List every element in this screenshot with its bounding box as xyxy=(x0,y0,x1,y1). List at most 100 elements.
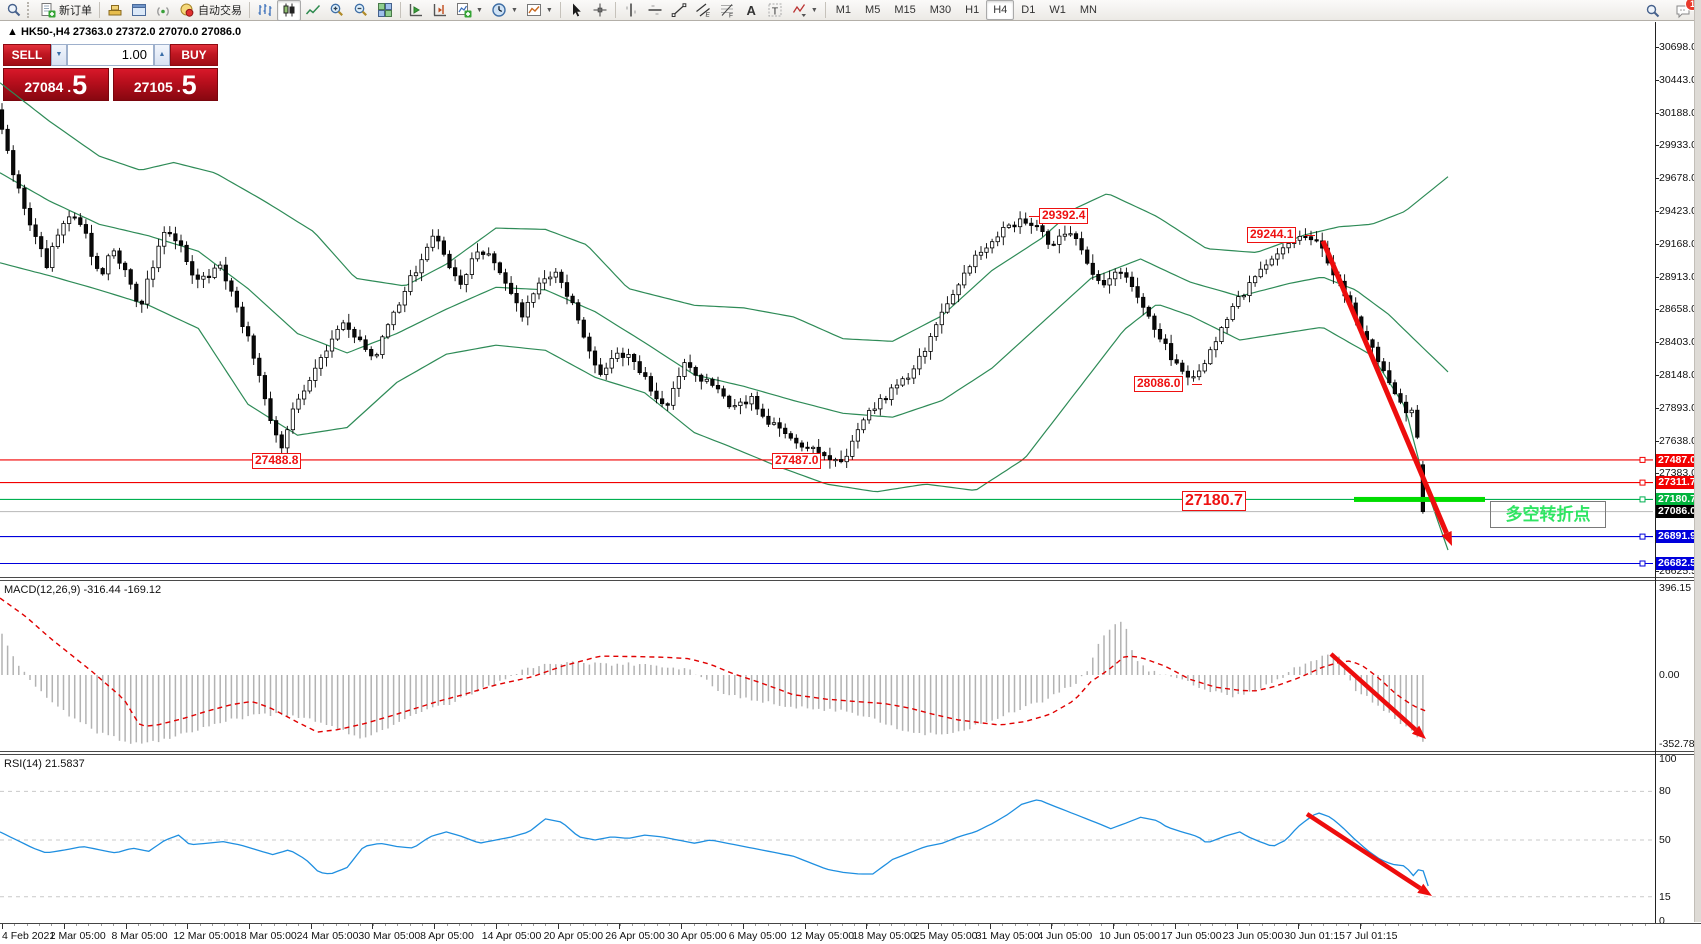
date-label: 4 Feb 2021 xyxy=(2,930,55,942)
new-chart-icon[interactable]: ▼ xyxy=(452,0,487,21)
price-text-label[interactable]: 27180.7 xyxy=(1182,491,1246,511)
chevron-down-icon: ▼ xyxy=(546,7,553,14)
toolbar-separator xyxy=(400,2,401,18)
signals-icon[interactable] xyxy=(151,0,175,21)
date-label: 14 Apr 05:00 xyxy=(482,930,542,942)
turning-point-annotation[interactable]: 多空转折点 xyxy=(1490,501,1606,528)
templates-icon[interactable]: ▼ xyxy=(522,0,557,21)
timeframe-d1[interactable]: D1 xyxy=(1014,0,1042,20)
price-tick: 28148.0 xyxy=(1659,369,1697,381)
date-label: 8 Mar 05:00 xyxy=(112,930,168,942)
price-tick: 28913.0 xyxy=(1659,271,1697,283)
search-icon[interactable] xyxy=(1641,0,1665,21)
candlestick-chart-type-icon[interactable] xyxy=(277,0,301,21)
timeframe-m1[interactable]: M1 xyxy=(829,0,858,20)
cursor-icon[interactable] xyxy=(564,0,588,21)
rsi-tick: 80 xyxy=(1659,785,1671,797)
market-watch-icon[interactable] xyxy=(103,0,127,21)
chart-shift-icon[interactable] xyxy=(428,0,452,21)
price-tick: 29933.0 xyxy=(1659,139,1697,151)
main-price-pane[interactable] xyxy=(0,22,1655,577)
auto-scroll-icon[interactable] xyxy=(404,0,428,21)
line-chart-type-icon[interactable] xyxy=(301,0,325,21)
date-label: 30 Mar 05:00 xyxy=(358,930,420,942)
date-label: 18 May 05:00 xyxy=(852,930,916,942)
text-icon[interactable]: A xyxy=(739,0,763,21)
zoom-out-icon[interactable] xyxy=(349,0,373,21)
price-text-label[interactable]: 27488.8 xyxy=(252,453,301,469)
timeframe-mn[interactable]: MN xyxy=(1073,0,1104,20)
svg-text:A: A xyxy=(746,3,756,18)
tile-windows-icon[interactable] xyxy=(373,0,397,21)
price-badge: 27086.0 xyxy=(1656,505,1698,518)
timeframe-h4[interactable]: H4 xyxy=(986,0,1014,20)
macd-tick: 0.00 xyxy=(1659,669,1679,681)
quick-search-icon[interactable] xyxy=(2,0,26,21)
fibonacci-icon[interactable]: F xyxy=(715,0,739,21)
toolbar: 新订单 自动交易 ▼ ▼ ▼ EFA T ▼ M1M5M15M30H1H4D1W1MN xyxy=(0,0,1701,21)
price-badge: 26682.5 xyxy=(1656,557,1698,570)
vertical-line-icon[interactable] xyxy=(619,0,643,21)
timeframe-m15[interactable]: M15 xyxy=(887,0,922,20)
label-connector xyxy=(1305,235,1315,236)
date-label: 6 May 05:00 xyxy=(729,930,787,942)
rsi-tick: 50 xyxy=(1659,834,1671,846)
date-label: 30 Jun 01:15 xyxy=(1284,930,1345,942)
price-tick: 29678.0 xyxy=(1659,172,1697,184)
price-text-label[interactable]: 27487.0 xyxy=(772,453,821,469)
date-label: 4 Jun 05:00 xyxy=(1037,930,1092,942)
zoom-in-icon[interactable] xyxy=(325,0,349,21)
label-connector xyxy=(1029,216,1039,217)
rsi-pane[interactable] xyxy=(0,755,1655,921)
chevron-down-icon: ▼ xyxy=(811,7,818,14)
new-order-button[interactable]: 新订单 xyxy=(36,0,96,21)
horizontal-line-icon[interactable] xyxy=(643,0,667,21)
trading-terminal-window: 新订单 自动交易 ▼ ▼ ▼ EFA T ▼ M1M5M15M30H1H4D1W1MN 1 ▲ … xyxy=(0,0,1701,944)
text-label-icon[interactable]: T xyxy=(763,0,787,21)
date-label: 23 Jun 05:00 xyxy=(1223,930,1284,942)
periods-icon[interactable]: ▼ xyxy=(487,0,522,21)
date-label: 12 May 05:00 xyxy=(791,930,855,942)
date-label: 26 Apr 05:00 xyxy=(605,930,665,942)
timeframe-m30[interactable]: M30 xyxy=(923,0,958,20)
crosshair-icon[interactable] xyxy=(588,0,612,21)
date-label: 7 Jul 01:15 xyxy=(1346,930,1397,942)
svg-text:T: T xyxy=(772,6,779,18)
auto-trading-button[interactable]: 自动交易 xyxy=(175,0,246,21)
macd-indicator-label: MACD(12,26,9) -316.44 -169.12 xyxy=(4,584,161,596)
date-label: 31 May 05:00 xyxy=(976,930,1040,942)
price-badge: 27311.7 xyxy=(1656,476,1698,489)
time-axis[interactable]: 4 Feb 20212 Mar 05:008 Mar 05:0012 Mar 0… xyxy=(0,923,1701,944)
trendline-icon[interactable] xyxy=(667,0,691,21)
timeframe-m5[interactable]: M5 xyxy=(858,0,887,20)
arrows-icon[interactable]: ▼ xyxy=(787,0,822,21)
date-label: 20 Apr 05:00 xyxy=(544,930,604,942)
chat-icon[interactable]: 1 xyxy=(1671,0,1695,21)
date-label: 10 Jun 05:00 xyxy=(1099,930,1160,942)
toolbar-right-group: 1 xyxy=(1641,1,1695,20)
price-text-label[interactable]: 29392.4 xyxy=(1039,208,1088,224)
date-label: 18 Mar 05:00 xyxy=(235,930,297,942)
pane-separator[interactable] xyxy=(0,751,1701,755)
label-connector xyxy=(1192,384,1202,385)
macd-tick: 396.15 xyxy=(1659,582,1691,594)
vertical-scrollbar[interactable] xyxy=(1694,0,1701,922)
price-text-label[interactable]: 28086.0 xyxy=(1134,376,1183,392)
price-tick: 29168.0 xyxy=(1659,238,1697,250)
timeframe-h1[interactable]: H1 xyxy=(958,0,986,20)
rsi-tick: 15 xyxy=(1659,891,1671,903)
price-tick: 27893.0 xyxy=(1659,402,1697,414)
toolbar-separator xyxy=(825,2,826,18)
chart-area[interactable]: ▲ HK50-,H4 27363.0 27372.0 27070.0 27086… xyxy=(0,22,1701,944)
date-label: 2 Mar 05:00 xyxy=(50,930,106,942)
rsi-tick: 100 xyxy=(1659,753,1677,765)
data-window-icon[interactable] xyxy=(127,0,151,21)
pane-separator[interactable] xyxy=(0,577,1701,581)
price-text-label[interactable]: 29244.1 xyxy=(1247,227,1296,243)
chevron-down-icon: ▼ xyxy=(476,7,483,14)
equidistant-channel-icon[interactable]: E xyxy=(691,0,715,21)
toolbar-separator xyxy=(560,2,561,18)
macd-pane[interactable] xyxy=(0,581,1655,751)
bar-chart-type-icon[interactable] xyxy=(253,0,277,21)
timeframe-w1[interactable]: W1 xyxy=(1042,0,1073,20)
